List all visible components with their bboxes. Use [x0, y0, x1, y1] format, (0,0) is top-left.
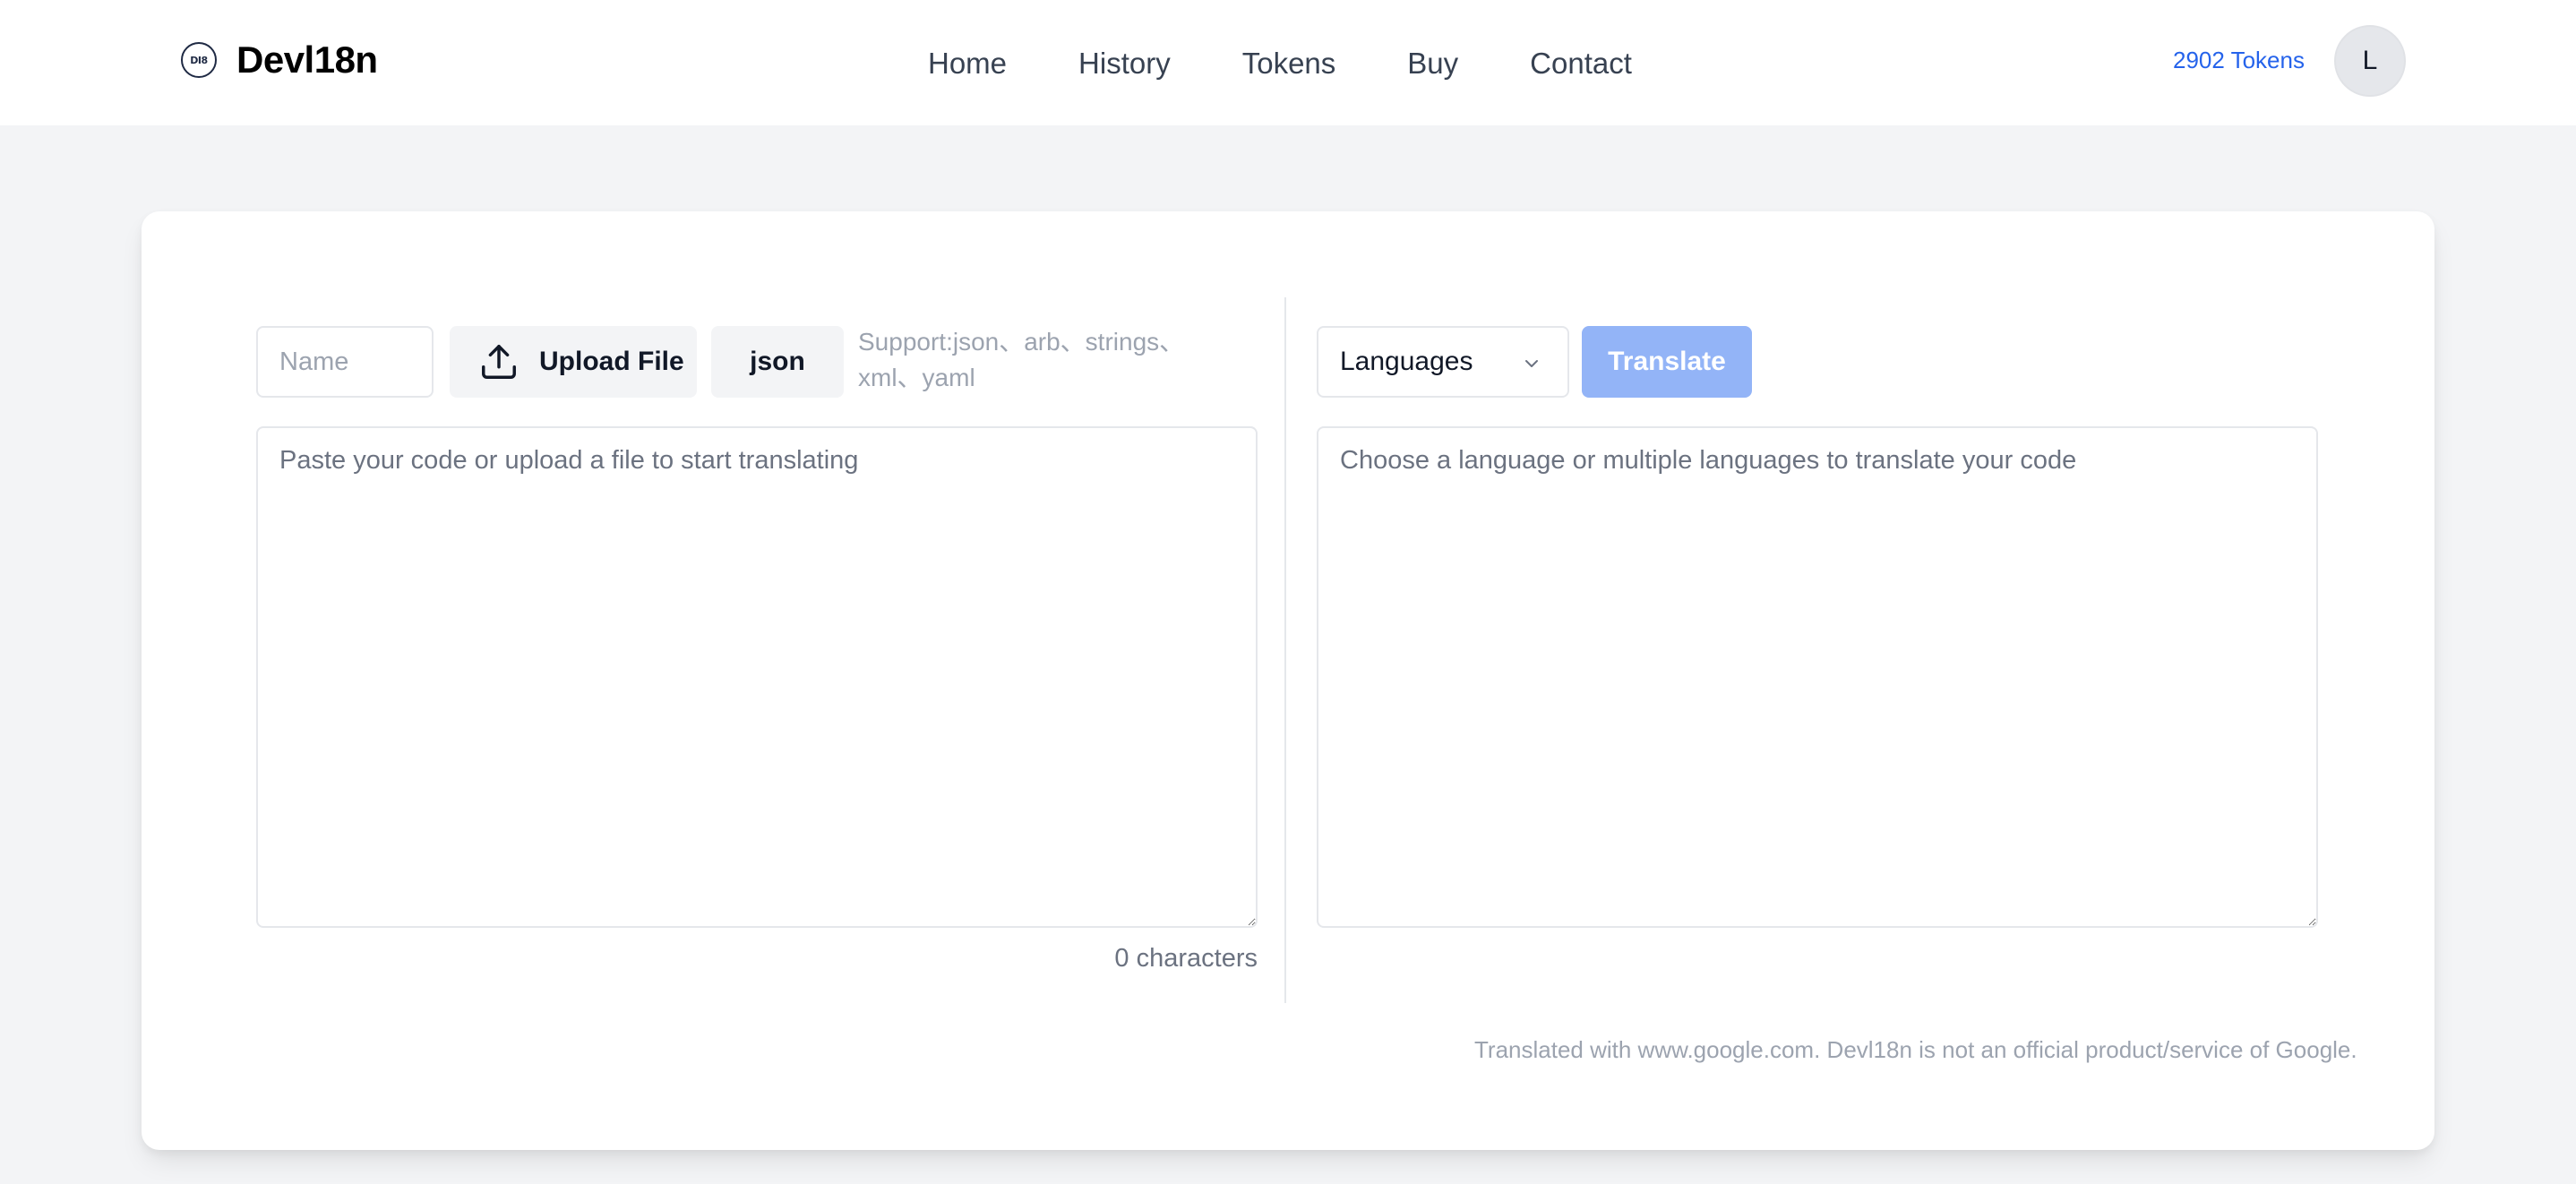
- nav-contact[interactable]: Contact: [1530, 45, 1632, 82]
- supported-formats-text: Support:json、arb、strings、xml、yaml: [858, 328, 1185, 391]
- translation-output-textarea[interactable]: [1317, 426, 2318, 928]
- chevron-down-icon: [1525, 360, 1538, 367]
- nav-home[interactable]: Home: [928, 45, 1007, 82]
- google-attribution-note: Translated with www.google.com. Devl18n …: [1474, 1036, 2357, 1063]
- upload-file-label: Upload File: [539, 347, 684, 376]
- languages-dropdown-label: Languages: [1340, 347, 1473, 376]
- main-nav: Home History Tokens Buy Contact: [928, 45, 1632, 82]
- column-divider: [1284, 297, 1286, 1003]
- name-input[interactable]: [256, 326, 434, 398]
- languages-dropdown[interactable]: Languages: [1317, 326, 1569, 398]
- brand-logo-icon: DI8: [181, 42, 217, 78]
- top-navbar: DI8 Devl18n Home History Tokens Buy Cont…: [0, 0, 2576, 125]
- brand-name: Devl18n: [236, 39, 378, 81]
- upload-file-button[interactable]: Upload File: [450, 326, 697, 398]
- nav-history[interactable]: History: [1078, 45, 1171, 82]
- character-count: 0 characters: [1114, 944, 1258, 973]
- upload-icon: [482, 345, 516, 379]
- nav-buy[interactable]: Buy: [1407, 45, 1458, 82]
- source-code-textarea[interactable]: [256, 426, 1258, 928]
- translate-button[interactable]: Translate: [1582, 326, 1752, 398]
- brand[interactable]: DI8 Devl18n: [181, 39, 378, 81]
- user-avatar[interactable]: L: [2334, 25, 2406, 97]
- token-balance-link[interactable]: 2902 Tokens: [2173, 45, 2305, 75]
- translator-card: Upload File json Support:json、arb、string…: [142, 211, 2434, 1150]
- format-button[interactable]: json: [711, 326, 844, 398]
- nav-tokens[interactable]: Tokens: [1242, 45, 1336, 82]
